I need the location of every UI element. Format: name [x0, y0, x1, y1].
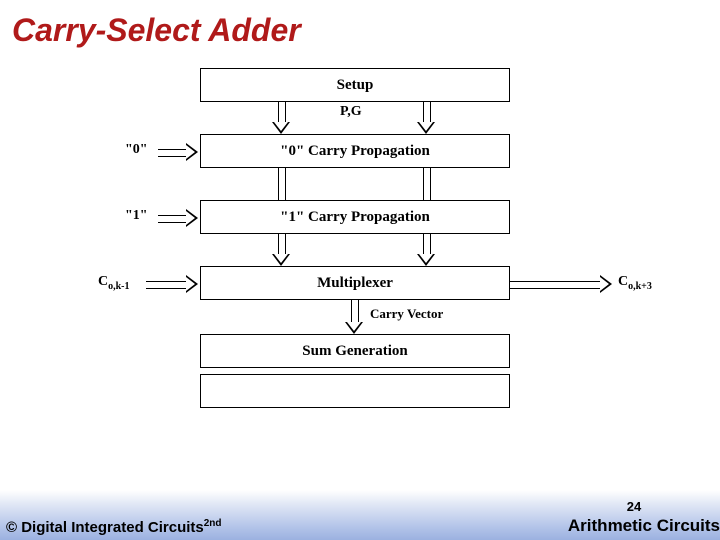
footer-copyright: © Digital Integrated Circuits2nd — [6, 518, 222, 536]
carry1-block: "1" Carry Propagation — [200, 200, 510, 234]
slide-title: Carry-Select Adder — [0, 0, 720, 49]
one-input-label: "1" — [125, 208, 148, 224]
carry-vector-label: Carry Vector — [370, 306, 443, 322]
empty-block — [200, 374, 510, 408]
footer-right: 24 Arithmetic Circuits — [568, 499, 720, 536]
cin-label: Co,k-1 — [98, 274, 130, 292]
setup-block: Setup — [200, 68, 510, 102]
block-diagram: Setup P,G "0" Carry Propagation "0" "1" … — [80, 68, 660, 448]
multiplexer-block: Multiplexer — [200, 266, 510, 300]
page-number: 24 — [568, 499, 720, 514]
chapter-title: Arithmetic Circuits — [568, 516, 720, 536]
pg-label: P,G — [340, 104, 362, 120]
carry0-block: "0" Carry Propagation — [200, 134, 510, 168]
zero-input-label: "0" — [125, 142, 148, 158]
sumgen-block: Sum Generation — [200, 334, 510, 368]
cout-label: Co,k+3 — [618, 274, 652, 292]
slide-footer: © Digital Integrated Circuits2nd 24 Arit… — [0, 490, 720, 540]
